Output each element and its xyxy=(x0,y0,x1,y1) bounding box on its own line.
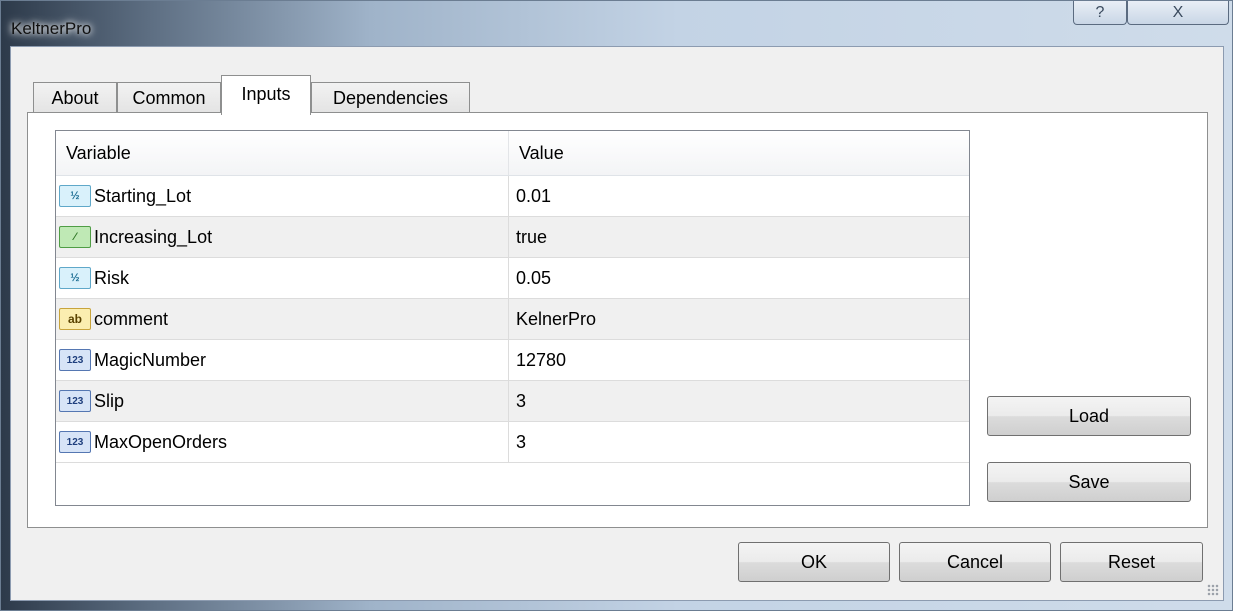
table-row[interactable]: ½ Starting_Lot 0.01 xyxy=(56,176,969,217)
tab-inputs[interactable]: Inputs xyxy=(221,75,311,115)
variable-name: comment xyxy=(94,308,169,329)
help-icon: ? xyxy=(1095,3,1105,21)
value-cell[interactable]: 0.01 xyxy=(509,176,964,216)
value-cell[interactable]: 3 xyxy=(509,422,964,462)
window-title: KeltnerPro xyxy=(11,19,92,38)
ok-button[interactable]: OK xyxy=(738,542,890,582)
table-row[interactable]: 123 MagicNumber 12780 xyxy=(56,340,969,381)
dialog-window: KeltnerPro ? X About Common Inputs Depen… xyxy=(0,0,1233,611)
string-icon: ab xyxy=(59,308,91,330)
bool-icon: ⁄ xyxy=(59,226,91,248)
save-button[interactable]: Save xyxy=(987,462,1191,502)
resize-grip-icon[interactable] xyxy=(1207,584,1219,596)
value-cell[interactable]: 12780 xyxy=(509,340,964,380)
table-row[interactable]: ½ Risk 0.05 xyxy=(56,258,969,299)
grid-header: Variable Value xyxy=(56,131,969,176)
tab-common[interactable]: Common xyxy=(117,82,221,114)
dialog-client-area: About Common Inputs Dependencies Variabl… xyxy=(10,46,1224,601)
help-button[interactable]: ? xyxy=(1073,1,1127,25)
double-icon: ½ xyxy=(59,185,91,207)
variable-name: Increasing_Lot xyxy=(94,226,213,247)
inputs-tab-panel: Variable Value ½ Starting_Lot 0.01 ⁄ Inc… xyxy=(27,112,1208,528)
close-icon: X xyxy=(1172,3,1184,21)
column-header-value[interactable]: Value xyxy=(509,131,964,175)
tab-label: Common xyxy=(132,88,206,108)
reset-button[interactable]: Reset xyxy=(1060,542,1203,582)
int-icon: 123 xyxy=(59,431,91,453)
title-bar[interactable]: KeltnerPro ? X xyxy=(1,1,1233,45)
table-row[interactable]: ⁄ Increasing_Lot true xyxy=(56,217,969,258)
inputs-grid[interactable]: Variable Value ½ Starting_Lot 0.01 ⁄ Inc… xyxy=(55,130,970,506)
tab-about[interactable]: About xyxy=(33,82,117,114)
tab-label: About xyxy=(51,88,99,108)
value-cell[interactable]: true xyxy=(509,217,964,257)
variable-name: Slip xyxy=(94,390,125,411)
column-header-variable[interactable]: Variable xyxy=(56,131,509,175)
close-button[interactable]: X xyxy=(1127,1,1229,25)
value-cell[interactable]: 3 xyxy=(509,381,964,421)
table-row[interactable]: 123 MaxOpenOrders 3 xyxy=(56,422,969,463)
table-row[interactable]: 123 Slip 3 xyxy=(56,381,969,422)
variable-name: MagicNumber xyxy=(94,349,207,370)
tab-label: Inputs xyxy=(241,84,291,104)
value-cell[interactable]: 0.05 xyxy=(509,258,964,298)
tab-dependencies[interactable]: Dependencies xyxy=(311,82,470,114)
cancel-button[interactable]: Cancel xyxy=(899,542,1051,582)
variable-name: Risk xyxy=(94,267,129,288)
int-icon: 123 xyxy=(59,349,91,371)
int-icon: 123 xyxy=(59,390,91,412)
tab-label: Dependencies xyxy=(332,88,449,108)
variable-name: Starting_Lot xyxy=(94,185,192,206)
variable-name: MaxOpenOrders xyxy=(94,431,228,452)
load-button[interactable]: Load xyxy=(987,396,1191,436)
table-row[interactable]: ab comment KelnerPro xyxy=(56,299,969,340)
value-cell[interactable]: KelnerPro xyxy=(509,299,964,339)
double-icon: ½ xyxy=(59,267,91,289)
